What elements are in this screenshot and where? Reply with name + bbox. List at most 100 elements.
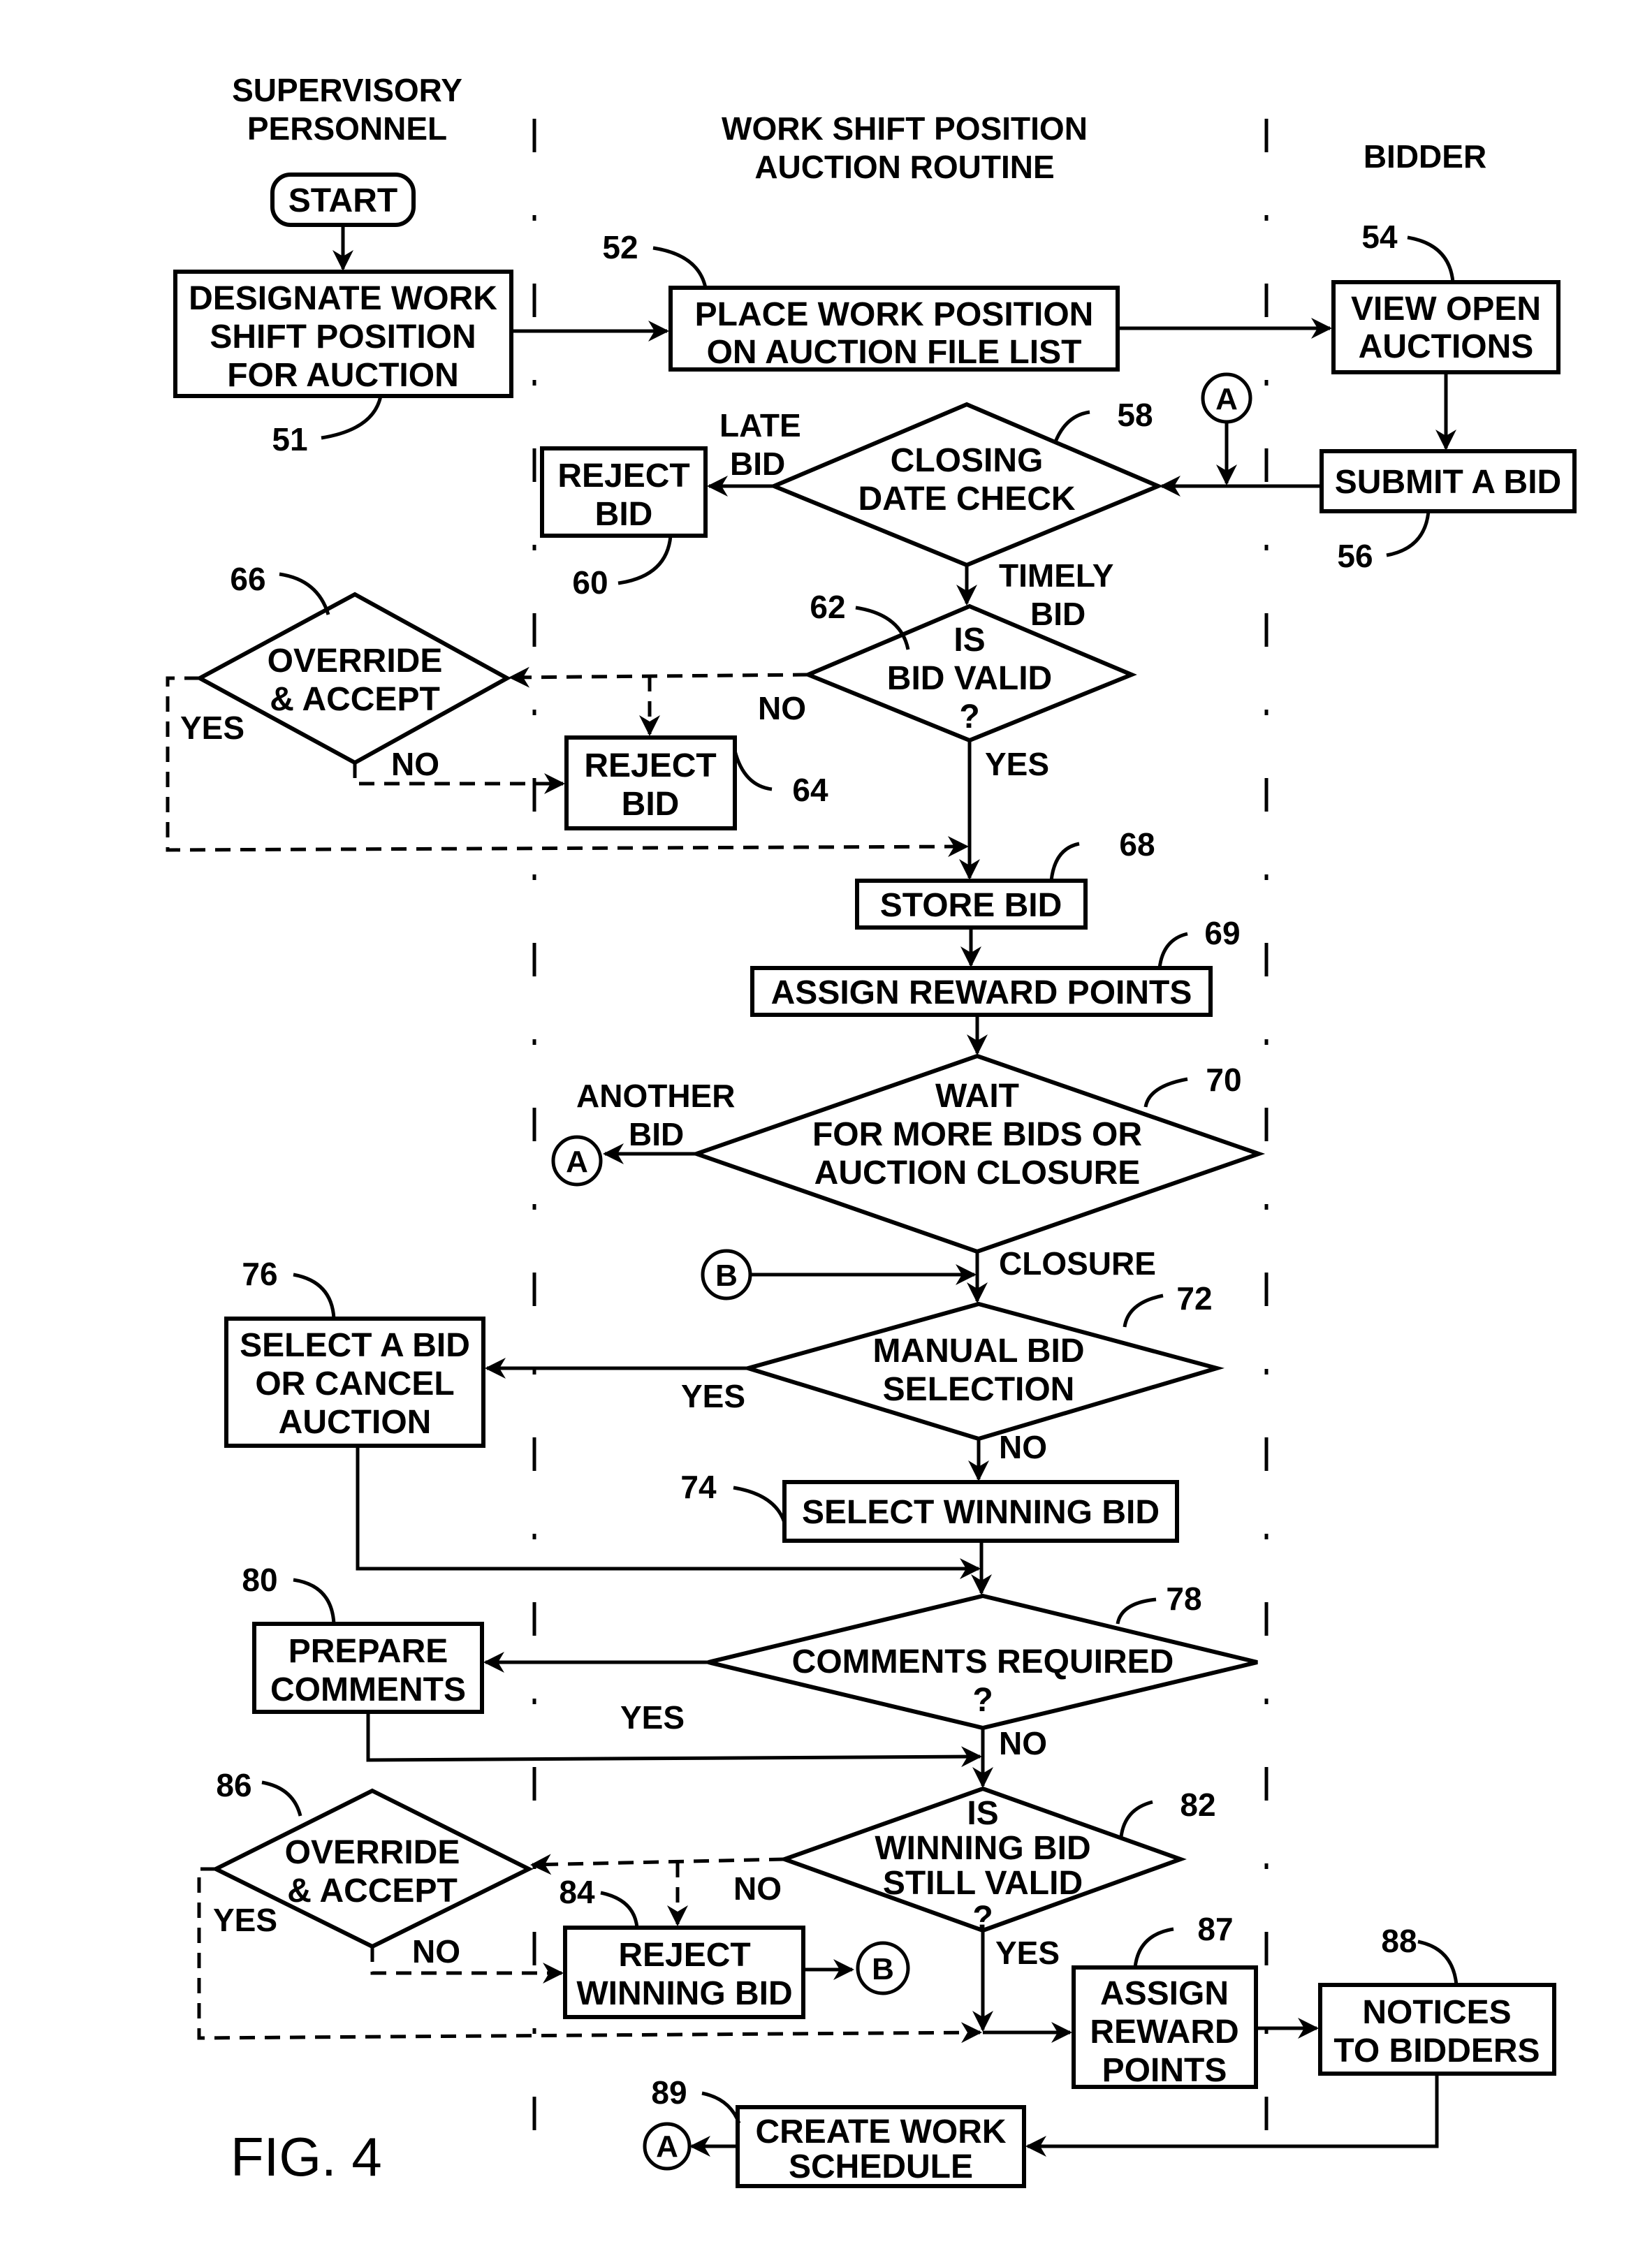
edge-label-override2-yes: YES [213, 1902, 277, 1938]
svg-text:?: ? [972, 1682, 993, 1719]
svg-text:?: ? [959, 698, 979, 735]
svg-text:BID: BID [595, 496, 653, 533]
ref-52: 52 [602, 229, 638, 265]
process-reject-invalid-bid[interactable]: REJECT BID [564, 735, 737, 830]
svg-text:COMMENTS: COMMENTS [270, 1671, 466, 1708]
process-prepare-comments[interactable]: PREPARE COMMENTS [252, 1622, 484, 1714]
svg-text:FOR AUCTION: FOR AUCTION [227, 357, 459, 394]
svg-text:ANOTHER: ANOTHER [576, 1078, 735, 1114]
decision-override-accept-bid[interactable]: OVERRIDE & ACCEPT [195, 592, 512, 765]
edge-label-valid-yes: YES [985, 746, 1049, 782]
svg-text:ASSIGN: ASSIGN [1100, 1975, 1229, 2012]
connector-a-end[interactable]: A [643, 2122, 692, 2171]
connector-b-entry[interactable]: B [701, 1249, 752, 1300]
svg-text:ON AUCTION FILE LIST: ON AUCTION FILE LIST [707, 334, 1082, 371]
svg-text:STILL VALID: STILL VALID [883, 1865, 1083, 1902]
process-assign-reward-points-final[interactable]: ASSIGN REWARD POINTS [1072, 1965, 1258, 2089]
svg-text:AUCTION: AUCTION [279, 1404, 432, 1441]
ref-68: 68 [1119, 826, 1155, 863]
process-reject-late-bid[interactable]: REJECT BID [540, 446, 708, 538]
process-designate-work-shift[interactable]: DESIGNATE WORK SHIFT POSITION FOR AUCTIO… [173, 270, 513, 398]
svg-text:LATE: LATE [719, 407, 801, 444]
lane-header-bidder: BIDDER [1364, 138, 1486, 175]
svg-text:WINNING BID: WINNING BID [576, 1975, 792, 2012]
ref-86: 86 [216, 1767, 251, 1803]
ref-70: 70 [1206, 1062, 1241, 1098]
process-create-work-schedule[interactable]: CREATE WORK SCHEDULE [736, 2105, 1026, 2188]
connector-b-exit[interactable]: B [856, 1941, 910, 1995]
svg-text:CLOSING: CLOSING [891, 442, 1044, 479]
svg-text:STORE BID: STORE BID [880, 887, 1062, 924]
ref-56: 56 [1337, 538, 1373, 574]
svg-text:SUBMIT A BID: SUBMIT A BID [1335, 464, 1561, 501]
decision-winning-bid-still-valid[interactable]: IS WINNING BID STILL VALID ? [778, 1786, 1187, 1937]
ref-72: 72 [1176, 1280, 1212, 1317]
process-select-or-cancel[interactable]: SELECT A BID OR CANCEL AUCTION [224, 1317, 485, 1448]
ref-74: 74 [680, 1469, 717, 1505]
svg-text:OR CANCEL: OR CANCEL [255, 1365, 454, 1402]
ref-62: 62 [810, 589, 845, 625]
svg-text:REWARD: REWARD [1090, 2014, 1238, 2051]
svg-text:AUCTIONS: AUCTIONS [1359, 328, 1534, 365]
ref-60: 60 [572, 564, 608, 601]
svg-text:B: B [715, 1259, 738, 1293]
svg-text:SELECT A BID: SELECT A BID [240, 1327, 470, 1364]
svg-text:REJECT: REJECT [618, 1937, 750, 1974]
svg-text:TIMELY: TIMELY [999, 557, 1113, 594]
svg-text:BID VALID: BID VALID [887, 660, 1052, 697]
svg-text:FOR MORE BIDS OR: FOR MORE BIDS OR [812, 1116, 1142, 1153]
ref-64: 64 [792, 772, 828, 808]
svg-text:SCHEDULE: SCHEDULE [789, 2148, 973, 2185]
svg-text:WINNING BID: WINNING BID [875, 1830, 1090, 1867]
edge-label-manual-yes: YES [681, 1378, 745, 1414]
edge-label-manual-no: NO [999, 1429, 1047, 1465]
edge-label-override2-no: NO [412, 1933, 460, 1970]
svg-text:NOTICES: NOTICES [1362, 1994, 1511, 2031]
svg-text:A: A [656, 2130, 678, 2164]
svg-text:A: A [566, 1145, 588, 1179]
lane-header-supervisory: SUPERVISORY PERSONNEL [232, 72, 462, 147]
edge-label-late-bid: LATE BID [719, 407, 801, 482]
svg-text:A: A [1215, 382, 1238, 416]
decision-closing-date-check[interactable]: CLOSING DATE CHECK [768, 402, 1164, 568]
edge-label-closure: CLOSURE [999, 1245, 1156, 1282]
svg-text:& ACCEPT: & ACCEPT [287, 1872, 458, 1910]
svg-text:ASSIGN REWARD POINTS: ASSIGN REWARD POINTS [771, 974, 1192, 1011]
process-notices-to-bidders[interactable]: NOTICES TO BIDDERS [1318, 1983, 1556, 2076]
ref-51: 51 [272, 421, 307, 457]
svg-text:AUCTION ROUTINE: AUCTION ROUTINE [754, 149, 1054, 185]
svg-text:OVERRIDE: OVERRIDE [285, 1834, 460, 1871]
svg-text:TO BIDDERS: TO BIDDERS [1333, 2032, 1540, 2069]
svg-text:COMMENTS REQUIRED: COMMENTS REQUIRED [792, 1643, 1174, 1680]
edge-label-valid-no: NO [758, 690, 806, 726]
edge-label-still-valid-no: NO [733, 1870, 782, 1907]
svg-text:PREPARE: PREPARE [288, 1633, 448, 1670]
svg-text:IS: IS [967, 1795, 998, 1832]
start-terminal[interactable]: START [270, 173, 416, 227]
svg-text:IS: IS [953, 622, 985, 659]
edge-label-comments-yes: YES [620, 1699, 685, 1736]
ref-54: 54 [1361, 219, 1398, 255]
process-select-winning-bid[interactable]: SELECT WINNING BID [782, 1480, 1179, 1543]
edge-label-another-bid: ANOTHER BID [576, 1078, 735, 1152]
connector-a-top[interactable]: A [1201, 372, 1252, 424]
process-place-work-position[interactable]: PLACE WORK POSITION ON AUCTION FILE LIST [668, 286, 1120, 372]
svg-text:BIDDER: BIDDER [1364, 138, 1486, 175]
decision-wait-for-bids-or-closure[interactable]: WAIT FOR MORE BIDS OR AUCTION CLOSURE [689, 1053, 1266, 1254]
process-reject-winning-bid[interactable]: REJECT WINNING BID [563, 1926, 805, 2019]
process-assign-reward-points-bid[interactable]: ASSIGN REWARD POINTS [750, 966, 1213, 1017]
svg-text:DESIGNATE WORK: DESIGNATE WORK [189, 280, 497, 317]
svg-text:BID: BID [622, 786, 680, 823]
figure-label: FIG. 4 [231, 2126, 382, 2187]
connector-a-another-bid[interactable]: A [551, 1135, 603, 1187]
svg-text:PLACE WORK POSITION: PLACE WORK POSITION [695, 296, 1094, 333]
svg-text:BID: BID [629, 1116, 684, 1152]
flowchart-canvas: SUPERVISORY PERSONNEL WORK SHIFT POSITIO… [166, 72, 1577, 2188]
process-store-bid[interactable]: STORE BID [855, 879, 1088, 930]
edge-label-override1-yes: YES [180, 710, 244, 746]
svg-text:BID: BID [1030, 596, 1086, 632]
process-view-open-auctions[interactable]: VIEW OPEN AUCTIONS [1331, 280, 1560, 374]
process-submit-a-bid[interactable]: SUBMIT A BID [1320, 449, 1577, 513]
decision-manual-bid-selection[interactable]: MANUAL BID SELECTION [740, 1301, 1225, 1442]
ref-76: 76 [242, 1256, 277, 1292]
